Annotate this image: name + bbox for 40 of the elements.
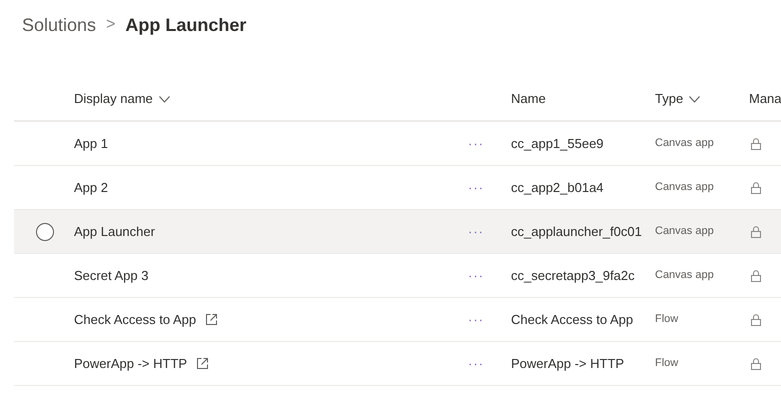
more-options-button[interactable]: ··· (468, 354, 484, 374)
breadcrumb-separator: > (106, 15, 116, 35)
display-name-cell-text: App 1 (74, 134, 108, 153)
row-select-radio[interactable] (36, 222, 54, 240)
name-cell-text: cc_app1_55ee9 (511, 134, 605, 153)
more-options-button[interactable]: ··· (468, 222, 484, 242)
name-cell-text: cc_applauncher_f0c01 (511, 222, 643, 241)
breadcrumb-link[interactable]: Solutions (22, 12, 96, 38)
display-name-cell-text: App 2 (74, 178, 108, 197)
type-cell-text: Flow (655, 312, 680, 328)
name-cell-text: cc_secretapp3_9fa2c (511, 266, 636, 285)
more-options-button[interactable]: ··· (468, 178, 484, 198)
display-name-cell-text: PowerApp -> HTTP (74, 354, 188, 373)
name-cell-text: Check Access to App (511, 310, 634, 329)
lock-icon (751, 358, 761, 370)
column-header[interactable]: Type (655, 89, 684, 109)
external-link-icon[interactable] (197, 358, 208, 369)
more-options-button[interactable]: ··· (468, 134, 484, 154)
type-cell-text: Flow (655, 356, 680, 372)
type-cell-text: Canvas app (655, 224, 715, 240)
display-name-cell-text: Secret App 3 (74, 266, 148, 285)
more-options-button[interactable]: ··· (468, 266, 484, 286)
lock-icon (751, 270, 761, 282)
column-header[interactable]: Name (511, 89, 546, 109)
lock-icon (751, 138, 761, 150)
display-name-cell-text: Check Access to App (74, 310, 196, 329)
name-cell-text: PowerApp -> HTTP (511, 354, 626, 373)
lock-icon (751, 314, 761, 326)
more-options-button[interactable]: ··· (468, 310, 484, 330)
table-row[interactable]: App Launcher ··· cc_applauncher_f0c01 Canvas app (14, 210, 781, 254)
external-link-icon[interactable] (206, 314, 218, 325)
type-cell-text: Canvas app (655, 180, 715, 196)
lock-icon (751, 226, 761, 238)
type-cell-text: Canvas app (655, 268, 715, 284)
type-cell-text: Canvas app (655, 136, 715, 152)
column-header[interactable]: Display name (74, 89, 153, 109)
page-title: App Launcher (125, 14, 246, 37)
name-cell-text: cc_app2_b01a4 (511, 178, 605, 197)
display-name-cell-text: App Launcher (74, 222, 155, 241)
lock-icon (751, 182, 761, 194)
